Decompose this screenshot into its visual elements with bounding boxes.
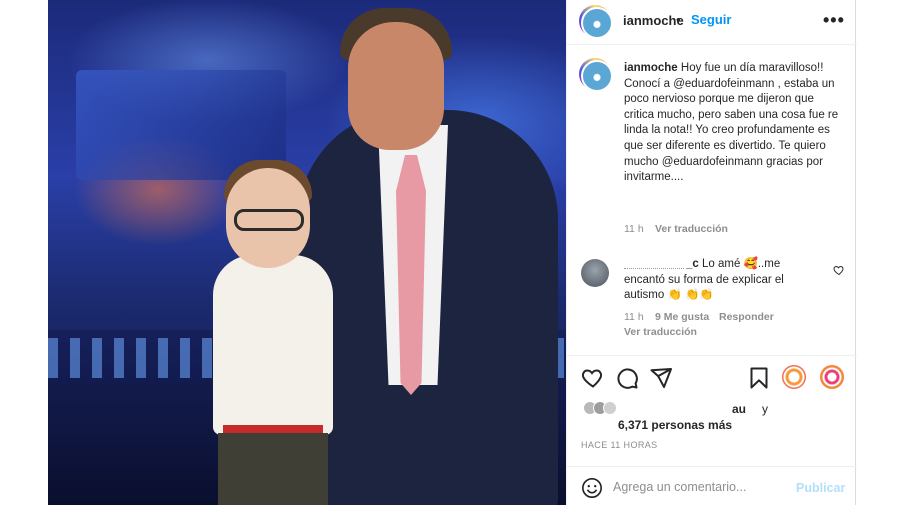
boy-pants	[218, 433, 328, 505]
action-bar	[567, 355, 857, 399]
comment-likes-count[interactable]: 9 Me gusta	[655, 311, 709, 323]
caption-timestamp[interactable]: 11 h	[624, 223, 644, 235]
commenter-username-obscured[interactable]	[624, 259, 684, 269]
comment-translate-link[interactable]: Ver traducción	[624, 326, 697, 338]
caption-translate-link[interactable]: Ver traducción	[655, 223, 728, 235]
likes-count[interactable]: 6,371 personas más	[618, 418, 732, 432]
likes-connector: y	[762, 402, 768, 416]
caption-text-2: , estaba un poco nervioso porque me dije…	[624, 77, 839, 168]
comment-body: _c Lo amé 🥰..me encantó su forma de expl…	[624, 257, 824, 304]
liker-avatar	[603, 401, 617, 415]
comment-icon[interactable]	[615, 366, 639, 390]
comment-input[interactable]	[613, 475, 793, 499]
reels-extension-icon[interactable]	[820, 365, 844, 389]
post-caption: ianmoche Hoy fue un día maravilloso!! Co…	[624, 61, 846, 186]
post-photo[interactable]	[48, 0, 566, 505]
header-separator: •	[676, 12, 681, 27]
comment-composer: Publicar	[567, 466, 857, 505]
author-avatar[interactable]	[579, 5, 613, 39]
comment-timestamp[interactable]: 11 h	[624, 311, 644, 323]
boy-shirt	[213, 255, 333, 435]
heart-icon[interactable]	[581, 366, 605, 390]
caption-avatar[interactable]	[579, 58, 613, 92]
comment-reply-button[interactable]: Responder	[719, 311, 774, 323]
man-tie	[396, 155, 426, 395]
post-side-panel: ianmoche • Seguir ••• ianmoche Hoy fue u…	[566, 0, 857, 505]
post-header: ianmoche • Seguir •••	[567, 0, 857, 45]
share-icon[interactable]	[649, 366, 673, 390]
caption-username[interactable]: ianmoche	[624, 62, 678, 74]
instagram-post-view: ianmoche • Seguir ••• ianmoche Hoy fue u…	[0, 0, 900, 505]
download-extension-icon[interactable]	[782, 365, 806, 389]
bookmark-icon[interactable]	[747, 366, 771, 390]
commenter-avatar[interactable]	[581, 259, 609, 287]
commenter-username-suffix[interactable]: _c	[686, 258, 699, 270]
comment-like-heart-icon[interactable]	[833, 264, 845, 276]
liker-avatars[interactable]	[583, 401, 623, 415]
man-face	[348, 22, 444, 150]
likes-top-users[interactable]: au	[732, 402, 746, 416]
more-options-icon[interactable]: •••	[823, 10, 845, 31]
author-username[interactable]: ianmoche	[623, 13, 684, 28]
follow-button[interactable]: Seguir	[691, 12, 731, 27]
post-timestamp[interactable]: HACE 11 HORAS	[581, 440, 658, 450]
boy-glasses	[234, 209, 304, 231]
publish-button[interactable]: Publicar	[796, 481, 845, 495]
caption-mention-1[interactable]: @eduardofeinmann	[673, 78, 774, 90]
caption-mention-2[interactable]: @eduardofeinmann	[662, 156, 763, 168]
smiley-icon[interactable]	[581, 477, 603, 499]
